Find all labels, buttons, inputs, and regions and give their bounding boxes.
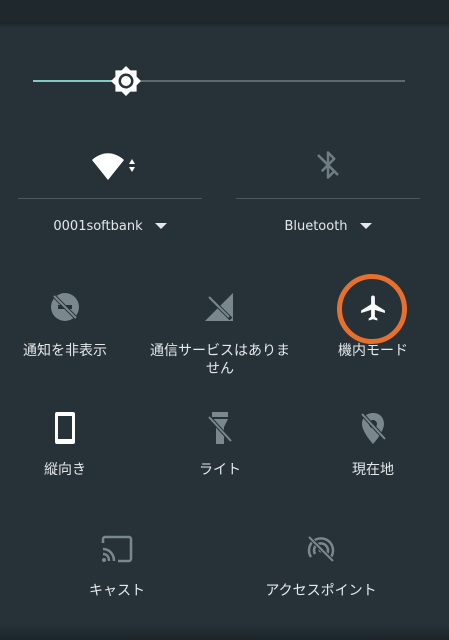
brightness-icon <box>111 66 141 96</box>
bluetooth-off-icon <box>317 151 339 179</box>
chevron-down-icon <box>359 222 372 229</box>
flashlight-tile[interactable]: ライト <box>155 410 285 490</box>
tile-label: キャスト <box>89 583 145 599</box>
wifi-tile[interactable]: 0001softbank <box>18 140 202 250</box>
highlight-circle <box>337 274 407 344</box>
tile-label: 縦向き <box>44 462 86 478</box>
wifi-network-label: 0001softbank <box>53 219 143 234</box>
wifi-divider <box>18 198 202 199</box>
do-not-disturb-tile[interactable]: 通知を非表示 <box>0 285 130 380</box>
quick-settings-panel: 0001softbank Bluetooth 通知を非表示 通信サービスはありま… <box>0 0 449 640</box>
cast-icon <box>101 535 133 563</box>
location-tile[interactable]: 現在地 <box>308 410 438 490</box>
wifi-dropdown[interactable]: 0001softbank <box>18 219 202 234</box>
tile-label-line2: せん <box>206 361 234 377</box>
tile-label: 通信サービスはありま <box>150 343 290 359</box>
status-bar-shadow <box>0 22 449 28</box>
do-not-disturb-off-icon <box>51 293 79 321</box>
bluetooth-dropdown[interactable]: Bluetooth <box>236 219 420 234</box>
chevron-down-icon <box>154 222 167 229</box>
wifi-icon <box>92 153 135 180</box>
bluetooth-tile[interactable]: Bluetooth <box>236 140 420 250</box>
rotation-tile[interactable]: 縦向き <box>0 410 130 490</box>
tile-label: 機内モード <box>338 343 408 359</box>
mobile-network-tile[interactable]: 通信サービスはありま せん <box>140 285 300 380</box>
bluetooth-label: Bluetooth <box>284 219 348 234</box>
tile-label: アクセスポイント <box>265 583 377 599</box>
location-off-icon <box>360 412 387 444</box>
no-sim-signal-icon <box>205 293 233 321</box>
panel-bottom-edge <box>0 624 449 640</box>
hotspot-off-icon <box>307 535 335 563</box>
tile-label: 通知を非表示 <box>23 343 107 359</box>
cast-tile[interactable]: キャスト <box>52 530 182 610</box>
bluetooth-divider <box>236 198 420 199</box>
status-bar <box>0 0 449 22</box>
tile-label: ライト <box>199 462 241 478</box>
portrait-phone-icon <box>55 412 75 444</box>
brightness-slider-thumb[interactable] <box>108 63 144 99</box>
hotspot-tile[interactable]: アクセスポイント <box>246 530 396 610</box>
tile-label: 現在地 <box>352 462 394 478</box>
flashlight-off-icon <box>207 412 233 444</box>
